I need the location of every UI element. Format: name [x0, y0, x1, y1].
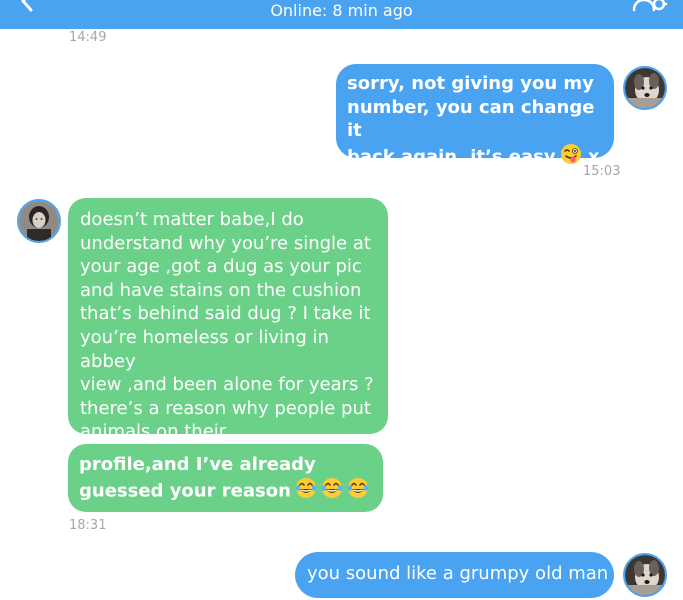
profile-settings-button[interactable] — [630, 0, 668, 12]
message-text: you sound like a grumpy old man — [307, 563, 609, 584]
my-avatar[interactable] — [623, 553, 667, 597]
my-avatar[interactable] — [623, 66, 667, 110]
message-text: doesn’t matter babe,I do understand why … — [80, 209, 374, 443]
message-text: profile,and I’ve already guessed your re… — [79, 454, 316, 501]
dog-photo-avatar — [625, 68, 665, 108]
online-status: Online: 8 min ago — [270, 1, 413, 20]
face-with-tears-of-joy-icon — [347, 477, 369, 506]
user-settings-icon — [632, 0, 668, 12]
face-with-tears-of-joy-icon — [295, 477, 317, 506]
face-with-tears-of-joy-icon — [321, 477, 343, 506]
message-text: sorry, not giving you my number, you can… — [347, 73, 595, 168]
dog-photo-avatar — [625, 555, 665, 595]
chat-header: Online: 8 min ago — [0, 0, 683, 29]
message-timestamp: 15:03 — [583, 164, 621, 179]
message-timestamp: 14:49 — [69, 30, 107, 45]
sent-message-bubble[interactable]: you sound like a grumpy old man — [295, 552, 614, 598]
contact-photo-avatar — [19, 201, 59, 241]
winking-face-with-tongue-icon — [560, 143, 582, 172]
chat-screen: Online: 8 min ago 14:49 sorry, not givin… — [0, 0, 683, 600]
contact-avatar[interactable] — [17, 199, 61, 243]
sent-message-bubble[interactable]: sorry, not giving you my number, you can… — [336, 64, 614, 167]
received-message-bubble[interactable]: doesn’t matter babe,I do understand why … — [68, 198, 388, 442]
message-timestamp: 18:31 — [69, 518, 107, 533]
received-message-bubble[interactable]: profile,and I’ve already guessed your re… — [68, 444, 383, 512]
